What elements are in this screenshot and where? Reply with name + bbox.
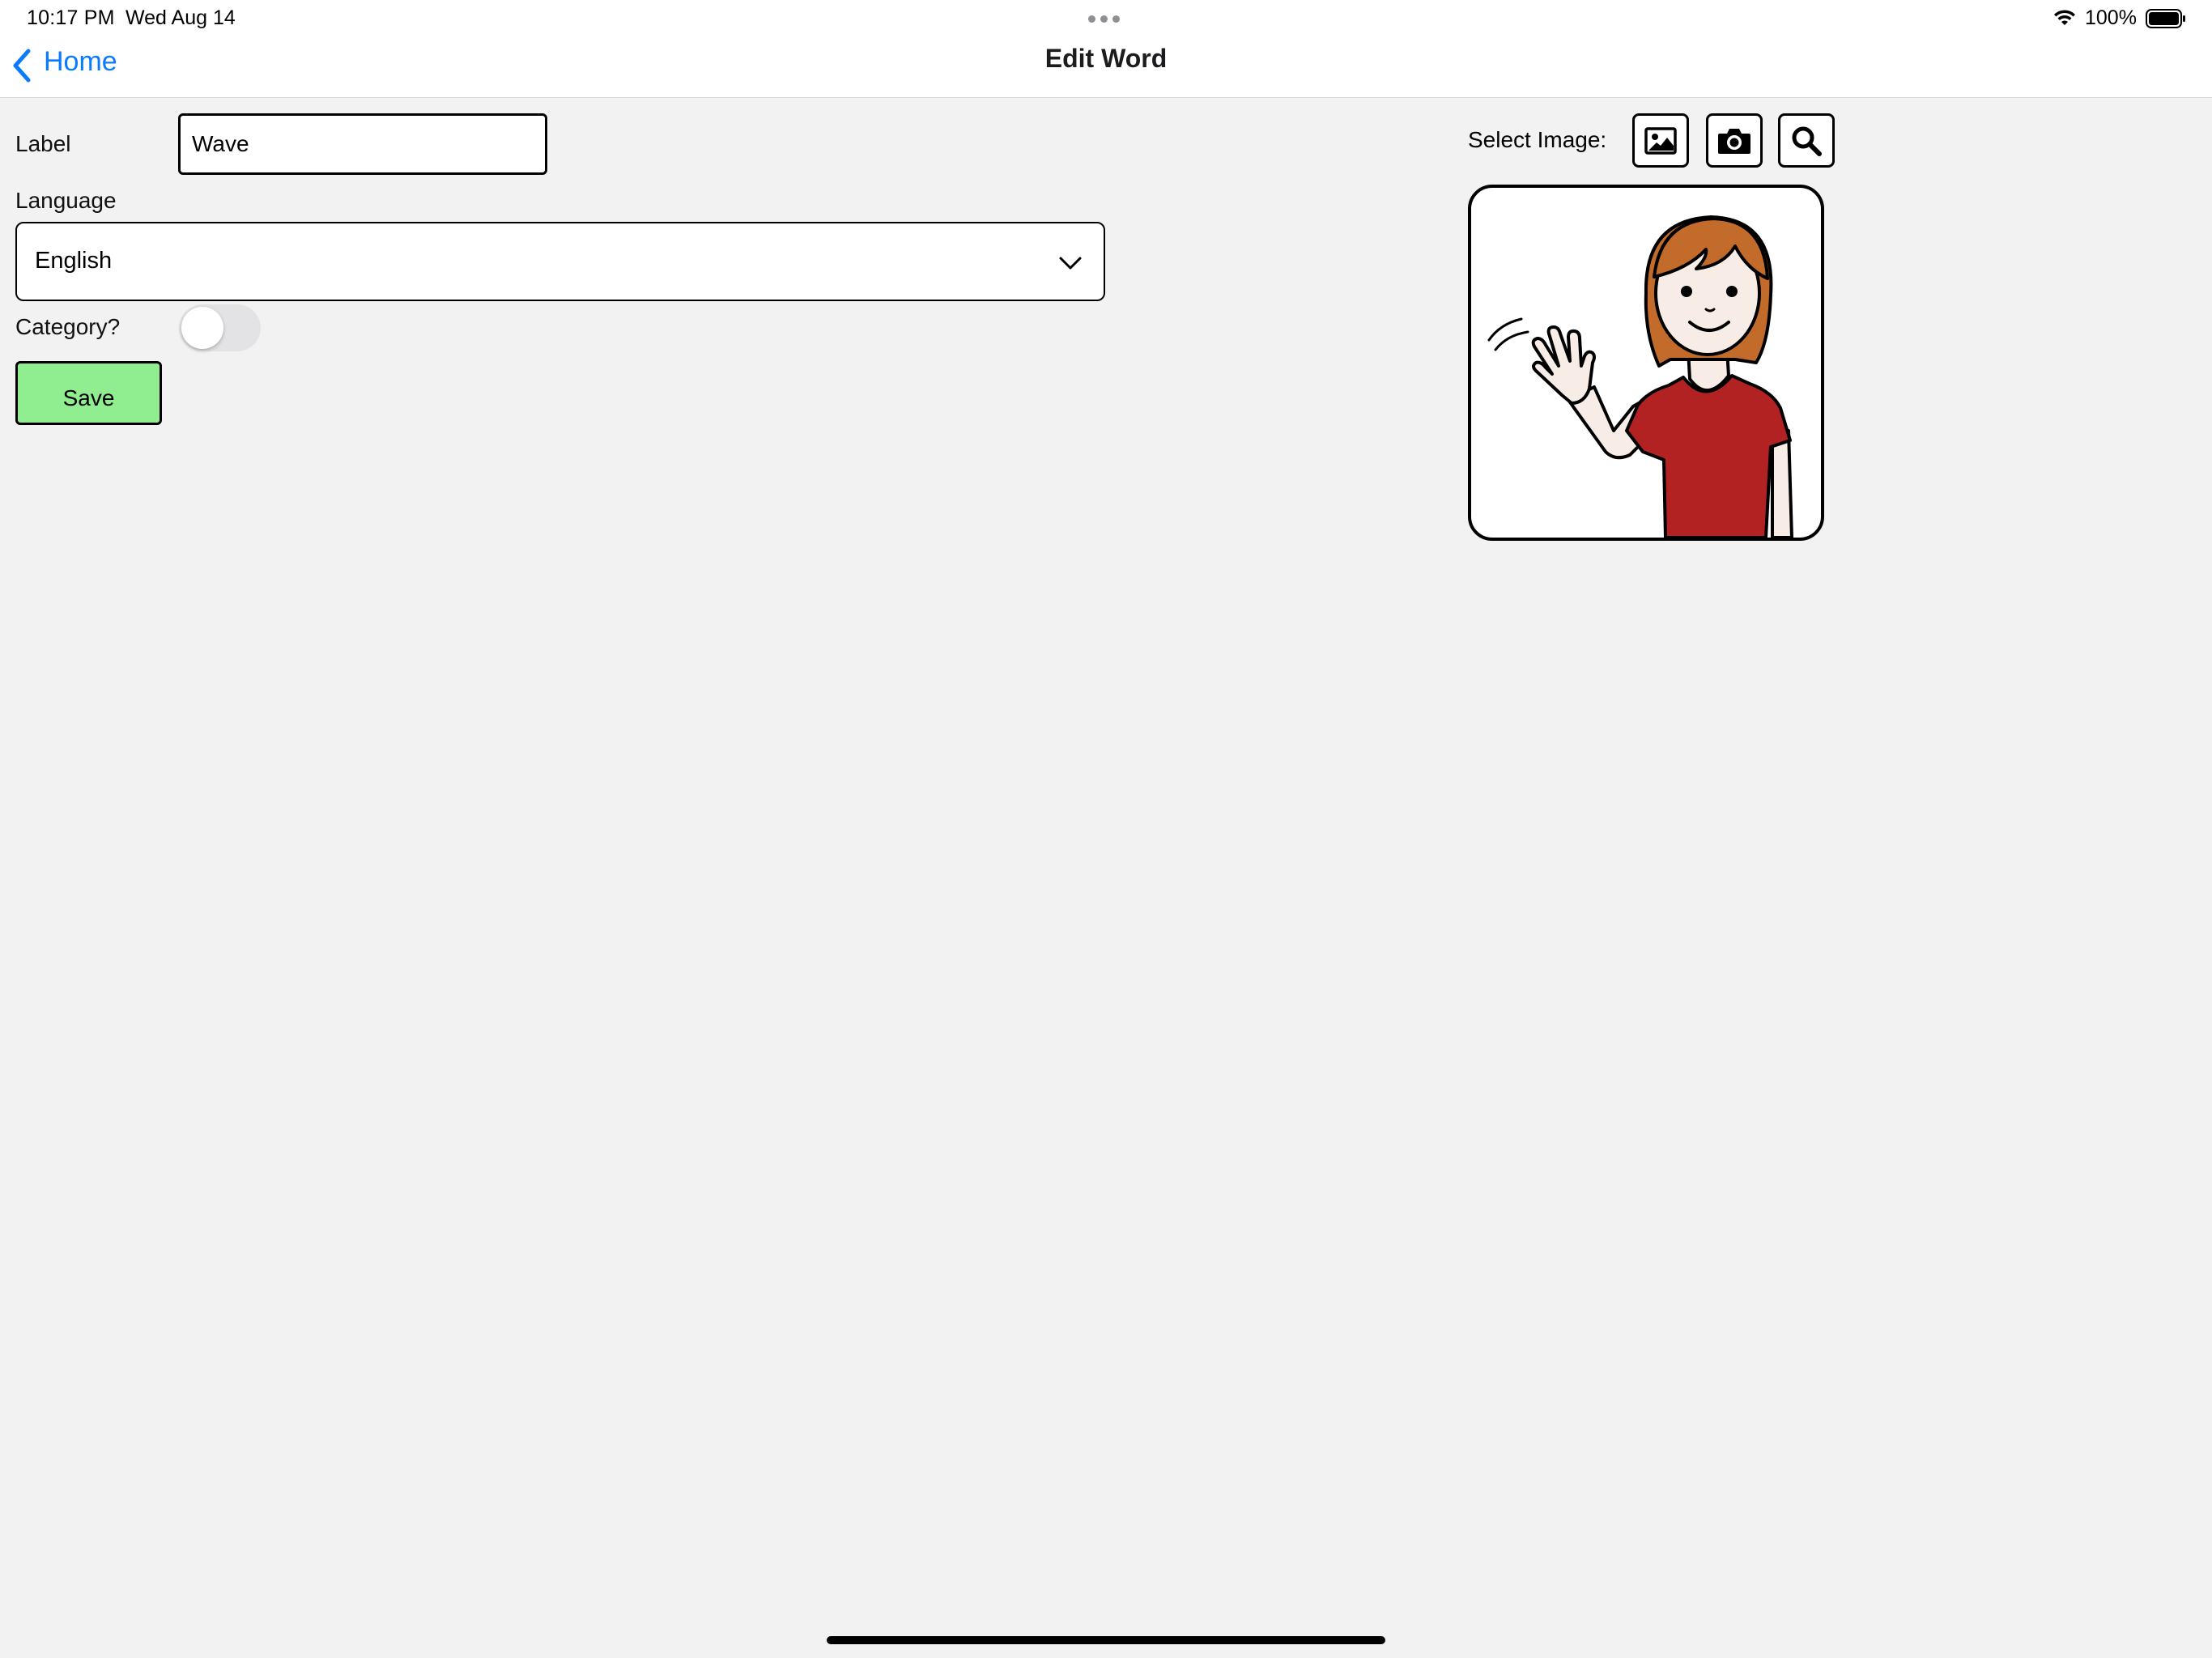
category-caption: Category? <box>15 314 121 339</box>
status-bar: 10:17 PM Wed Aug 14 100% <box>0 0 2212 37</box>
language-select[interactable]: English <box>15 222 1105 301</box>
status-date: Wed Aug 14 <box>125 6 236 29</box>
camera-icon <box>1718 128 1750 154</box>
chevron-down-icon <box>1059 257 1082 270</box>
image-gallery-icon <box>1644 126 1677 155</box>
category-toggle[interactable] <box>179 304 261 351</box>
camera-button[interactable] <box>1706 113 1763 168</box>
selected-image-preview[interactable] <box>1468 185 1824 541</box>
home-indicator[interactable] <box>827 1636 1385 1644</box>
battery-percent: 100% <box>2085 6 2137 29</box>
label-input[interactable] <box>178 113 547 175</box>
save-button[interactable]: Save <box>15 361 162 425</box>
status-time: 10:17 PM <box>27 6 115 29</box>
search-icon <box>1792 126 1822 156</box>
multitask-dots-icon[interactable] <box>1088 15 1120 23</box>
language-caption: Language <box>15 188 117 213</box>
language-selected-value: English <box>35 248 113 274</box>
wifi-icon <box>2054 10 2075 25</box>
symbol-search-button[interactable] <box>1778 113 1835 168</box>
toggle-knob <box>181 307 223 349</box>
person-waving-icon <box>1487 215 1793 538</box>
navigation-bar: Home Edit Word <box>0 37 2212 98</box>
select-image-caption: Select Image: <box>1468 127 1607 152</box>
label-caption: Label <box>15 131 71 156</box>
battery-icon <box>2146 9 2185 28</box>
page-title: Edit Word <box>1044 44 1168 73</box>
photo-library-button[interactable] <box>1632 113 1689 168</box>
